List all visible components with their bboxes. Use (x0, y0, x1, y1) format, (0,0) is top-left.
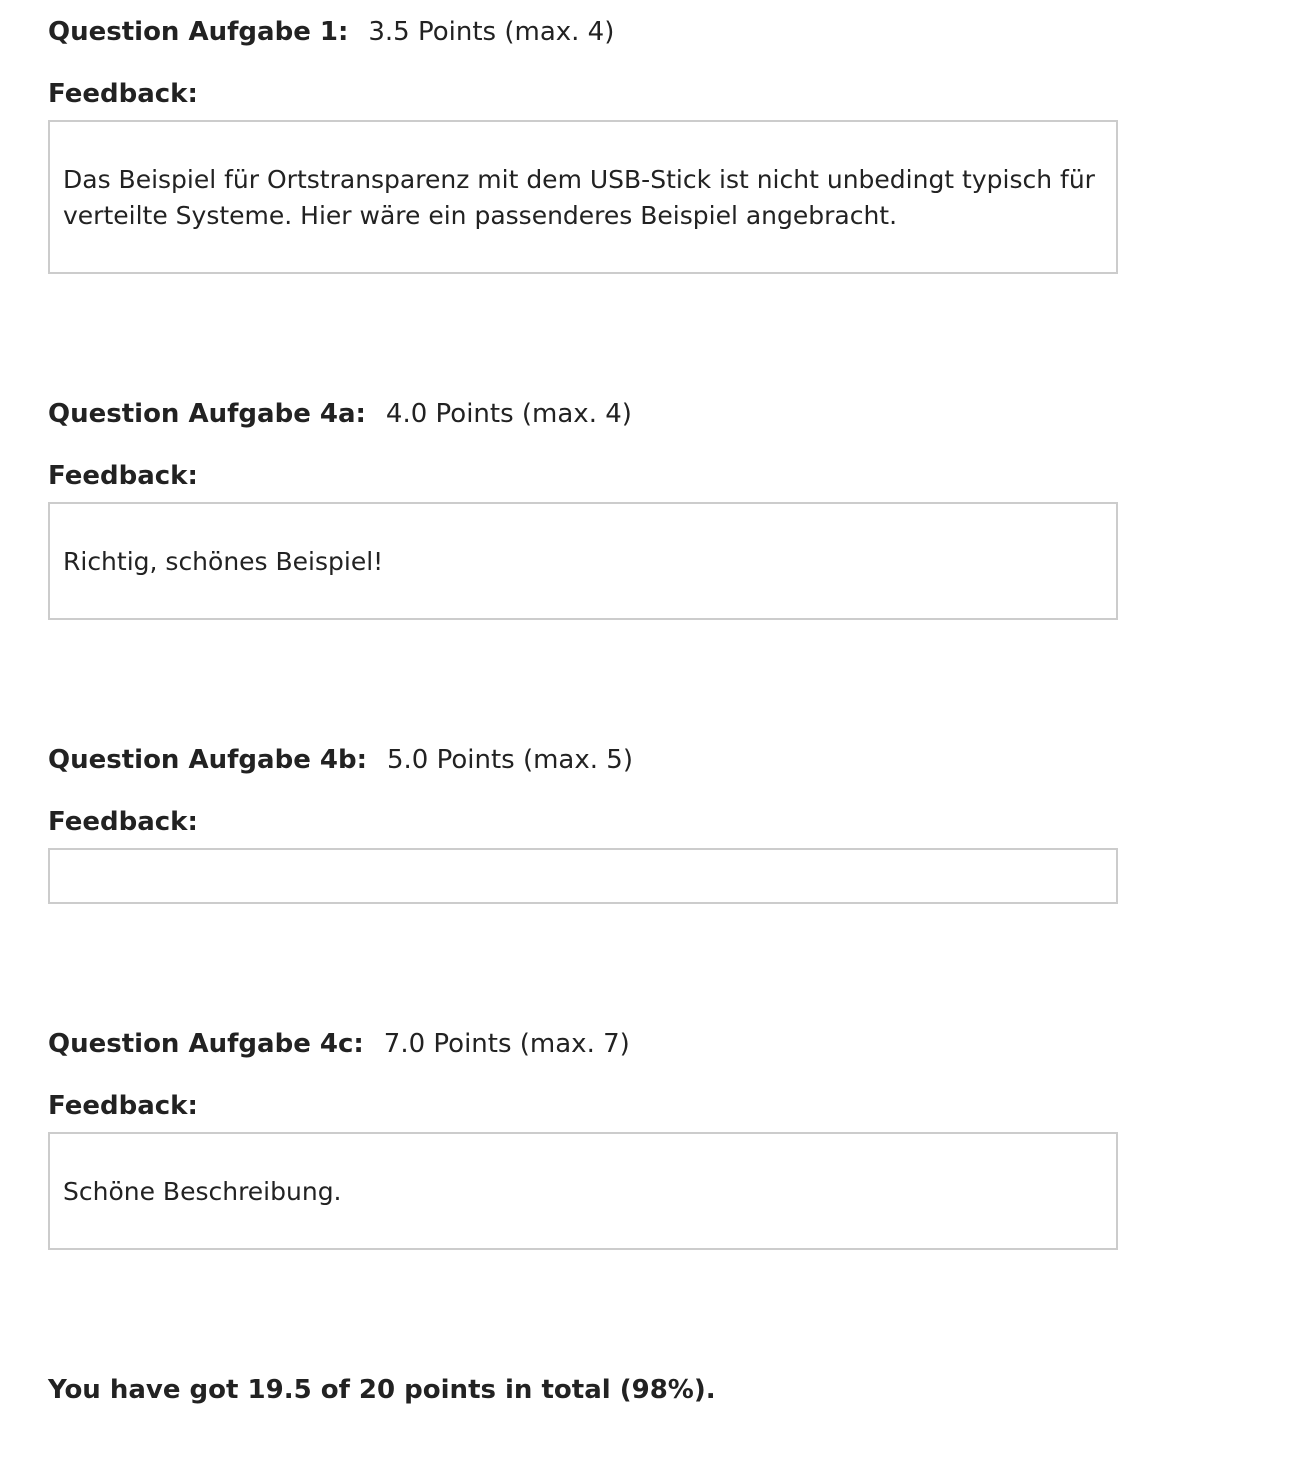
question-points: 3.5 Points (max. 4) (368, 17, 615, 47)
question-title: Question Aufgabe 4a: (48, 399, 366, 429)
feedback-label: Feedback: (48, 79, 198, 109)
question-header: Question Aufgabe 4a: 4.0 Points (max. 4) (48, 398, 632, 430)
feedback-text: Richtig, schönes Beispiel! (63, 547, 384, 576)
question-header: Question Aufgabe 1: 3.5 Points (max. 4) (48, 16, 614, 48)
question-header: Question Aufgabe 4c: 7.0 Points (max. 7) (48, 1028, 630, 1060)
total-score: You have got 19.5 of 20 points in total … (48, 1375, 716, 1405)
feedback-box: Schöne Beschreibung. (48, 1132, 1118, 1250)
question-title: Question Aufgabe 1: (48, 17, 349, 47)
feedback-label: Feedback: (48, 1091, 198, 1121)
question-points: 5.0 Points (max. 5) (386, 745, 633, 775)
feedback-box: Richtig, schönes Beispiel! (48, 502, 1118, 620)
question-title: Question Aufgabe 4b: (48, 745, 367, 775)
question-points: 4.0 Points (max. 4) (385, 399, 632, 429)
feedback-label: Feedback: (48, 461, 198, 491)
question-points: 7.0 Points (max. 7) (383, 1029, 630, 1059)
feedback-text: Schöne Beschreibung. (63, 1177, 342, 1206)
question-title: Question Aufgabe 4c: (48, 1029, 364, 1059)
feedback-box (48, 848, 1118, 904)
feedback-box: Das Beispiel für Ortstransparenz mit dem… (48, 120, 1118, 274)
feedback-label: Feedback: (48, 807, 198, 837)
question-header: Question Aufgabe 4b: 5.0 Points (max. 5) (48, 744, 633, 776)
feedback-text: Das Beispiel für Ortstransparenz mit dem… (63, 165, 1095, 230)
